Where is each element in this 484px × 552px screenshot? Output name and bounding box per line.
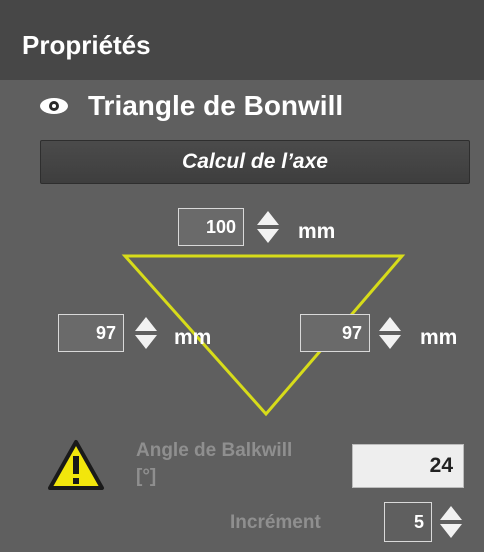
panel-title: Propriétés [22,30,151,60]
top-length-unit: mm [298,220,336,243]
warning-icon [46,438,106,492]
increment-label: Incrément [230,512,321,533]
properties-panel: Propriétés Triangle de Bonwill Calcul de… [0,0,484,552]
chevron-up-icon[interactable] [379,317,401,331]
calc-axis-button[interactable]: Calcul de l’axe [40,140,470,184]
increment-spinner[interactable] [440,503,462,541]
top-length-input[interactable]: 100 [178,208,244,246]
chevron-up-icon[interactable] [135,317,157,331]
increment-input[interactable]: 5 [384,502,432,542]
left-length-input[interactable]: 97 [58,314,124,352]
section-header: Triangle de Bonwill [36,88,343,124]
chevron-down-icon[interactable] [440,524,462,538]
top-length-spinner[interactable] [257,208,279,246]
chevron-up-icon[interactable] [257,211,279,225]
chevron-down-icon[interactable] [257,229,279,243]
section-title: Triangle de Bonwill [88,90,344,121]
eye-icon[interactable] [36,88,72,124]
angle-unit-label: [°] [136,466,157,487]
left-length-unit: mm [174,326,212,349]
angle-value-field[interactable]: 24 [352,444,464,488]
angle-label: Angle de Balkwill [136,440,293,461]
chevron-down-icon[interactable] [135,335,157,349]
left-length-spinner[interactable] [135,314,157,352]
right-length-spinner[interactable] [379,314,401,352]
chevron-down-icon[interactable] [379,335,401,349]
right-length-input[interactable]: 97 [300,314,370,352]
panel-header: Propriétés [0,0,484,80]
right-length-unit: mm [420,326,458,349]
chevron-up-icon[interactable] [440,506,462,520]
